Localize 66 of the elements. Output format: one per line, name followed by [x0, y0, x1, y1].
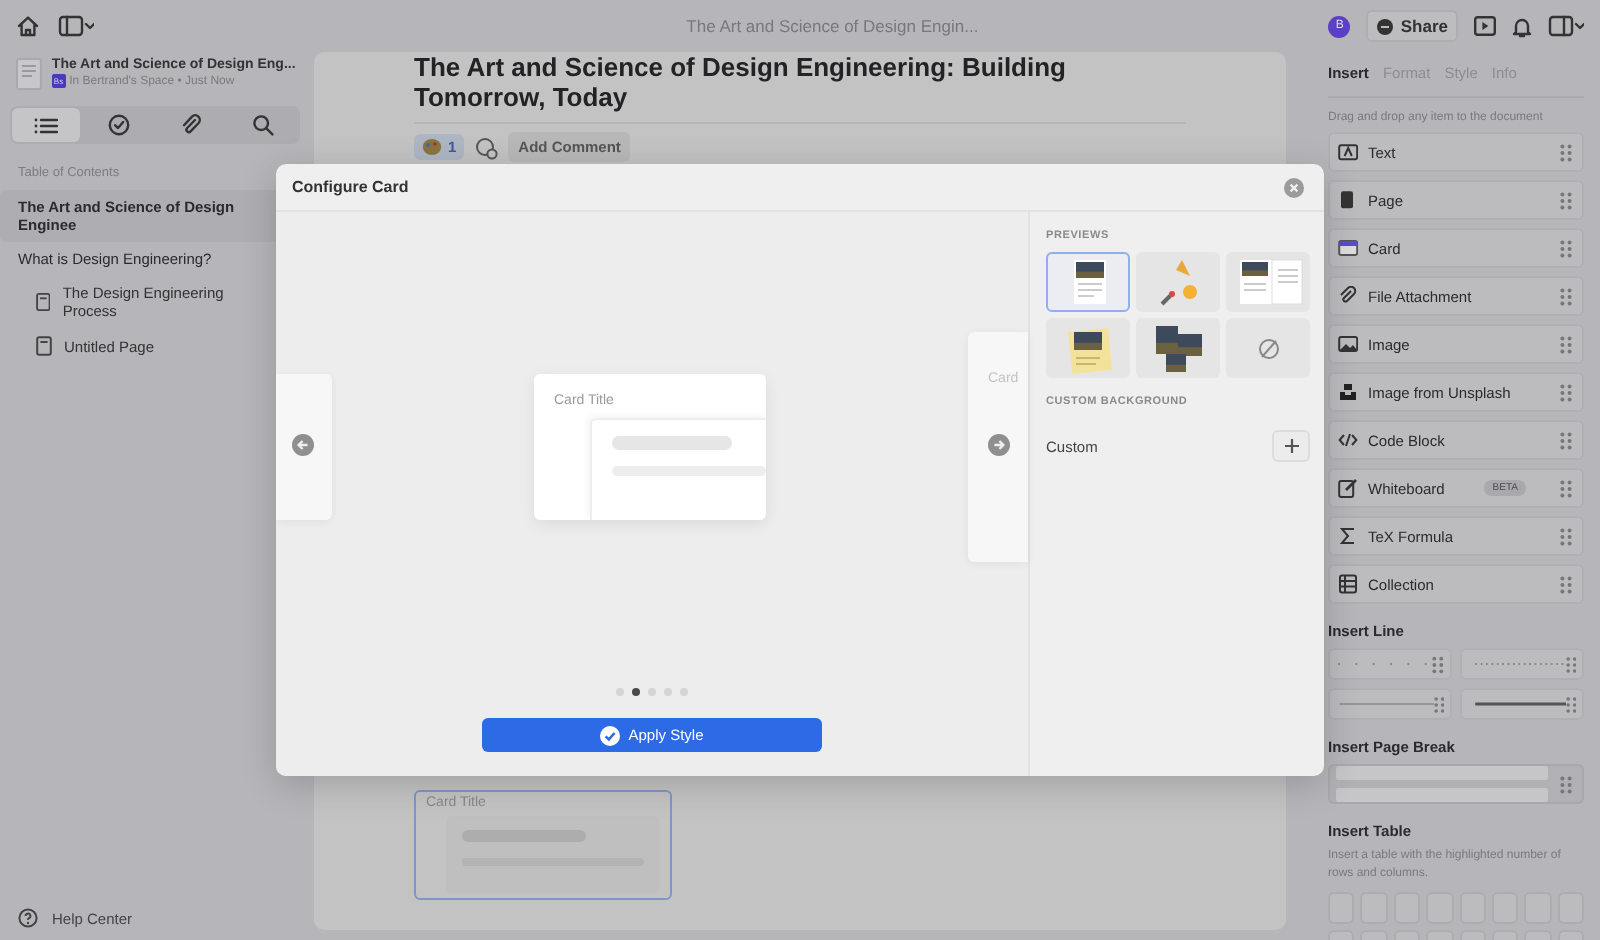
home-icon [16, 14, 40, 38]
document-thumbnail-icon [16, 58, 42, 90]
no-style-icon [1257, 337, 1279, 359]
drag-handle-icon[interactable] [1560, 775, 1572, 793]
paperclip-icon [180, 114, 203, 136]
whiteboard-icon [1338, 478, 1358, 498]
add-button[interactable] [1272, 430, 1310, 462]
drag-handle-icon[interactable] [1432, 655, 1444, 673]
close-icon[interactable] [1284, 177, 1304, 197]
help-icon [18, 908, 38, 928]
card-icon [1338, 238, 1358, 258]
image-icon [1338, 334, 1358, 354]
line-style-option[interactable] [1460, 648, 1584, 680]
drag-handle-icon[interactable] [1560, 383, 1572, 401]
bell-icon[interactable] [1512, 15, 1532, 37]
page-icon [36, 336, 52, 356]
dialog-title: Configure Card [292, 178, 409, 196]
drag-handle-icon[interactable] [1560, 431, 1572, 449]
text-placeholder-bar [612, 436, 732, 450]
share-button[interactable]: Share [1366, 10, 1458, 42]
text-icon [1338, 142, 1358, 162]
drag-handle-icon[interactable] [1560, 191, 1572, 209]
sidebar-toggle-button[interactable] [58, 14, 94, 38]
document-heading: The Art and Science of Design Engineering: Building Tomorrow, Today [414, 52, 1068, 112]
list-icon [34, 115, 59, 135]
play-icon[interactable] [1474, 16, 1496, 36]
drag-handle-icon[interactable] [1560, 143, 1572, 161]
drag-handle-icon[interactable] [1560, 575, 1572, 593]
drag-handle-icon[interactable] [1565, 695, 1576, 713]
sidebar-toggle-icon [58, 14, 94, 38]
line-style-option[interactable] [1460, 688, 1584, 720]
checkmark-icon [600, 725, 621, 745]
checkmark-circle-icon [107, 114, 130, 136]
palette-icon [422, 138, 442, 156]
drag-handle-icon[interactable] [1565, 655, 1576, 673]
search-icon [252, 114, 275, 136]
page-break-option[interactable] [1328, 764, 1584, 804]
add-reaction-icon[interactable] [474, 135, 499, 159]
preview-style-option[interactable] [1046, 318, 1130, 378]
page-icon [36, 292, 51, 312]
preview-style-option[interactable] [1046, 252, 1130, 312]
panel-toggle-icon[interactable] [1548, 14, 1584, 38]
drag-handle-icon[interactable] [1560, 479, 1572, 497]
line-sample-icon [1336, 698, 1434, 710]
sidebar-tab[interactable] [12, 108, 81, 142]
document-title: The Art and Science of Design Engin... [684, 16, 981, 36]
line-sample-icon [1336, 658, 1433, 670]
preview-style-option[interactable] [1226, 252, 1310, 312]
drag-handle-icon[interactable] [1560, 287, 1572, 305]
page-icon [1338, 190, 1358, 210]
page-dot[interactable] [632, 688, 640, 696]
drag-handle-icon[interactable] [1560, 527, 1572, 545]
drag-handle-icon[interactable] [1433, 695, 1444, 713]
sigma-icon [1338, 526, 1358, 546]
right-arrow-icon[interactable] [988, 434, 1010, 456]
unsplash-logo-icon [1338, 382, 1358, 402]
drag-handle-icon[interactable] [1560, 335, 1572, 353]
collection-icon [1338, 574, 1358, 594]
code-icon [1338, 430, 1358, 450]
chat-bubble-icon [1376, 17, 1395, 35]
left-arrow-icon[interactable] [292, 434, 314, 456]
drag-handle-icon[interactable] [1560, 239, 1572, 257]
plus-icon [1283, 438, 1299, 454]
preview-style-option[interactable] [1136, 318, 1220, 378]
paperclip-icon [1338, 286, 1358, 306]
home-button[interactable] [16, 14, 40, 38]
